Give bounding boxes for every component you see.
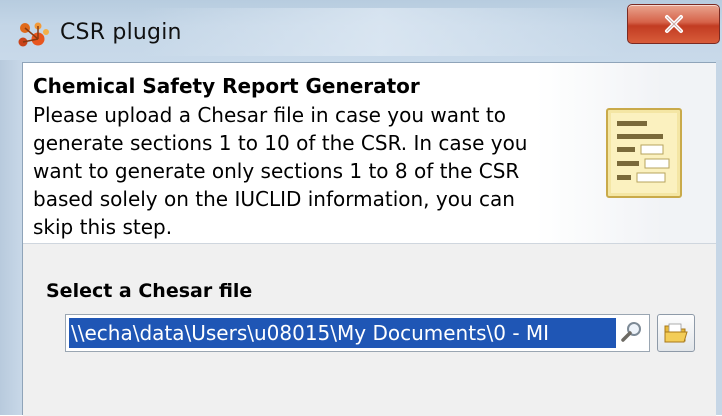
document-list-icon	[606, 108, 682, 198]
chesar-file-label: Select a Chesar file	[46, 280, 253, 302]
file-path-value[interactable]: \\echa\data\Users\u08015\My Documents\0 …	[69, 318, 616, 348]
browse-button[interactable]	[657, 314, 695, 352]
wizard-header: Chemical Safety Report Generator Please …	[23, 63, 716, 244]
chesar-file-input[interactable]: \\echa\data\Users\u08015\My Documents\0 …	[65, 314, 650, 352]
close-button[interactable]	[627, 4, 720, 44]
csr-plugin-icon	[18, 22, 49, 47]
wizard-body: Select a Chesar file \\echa\data\Users\u…	[23, 244, 716, 416]
header-description: Please upload a Chesar file in case you …	[33, 103, 528, 239]
title-bar: CSR plugin	[0, 0, 722, 66]
magnifier-icon[interactable]	[619, 319, 645, 345]
header-title: Chemical Safety Report Generator	[33, 74, 420, 98]
dialog-content: Chemical Safety Report Generator Please …	[22, 62, 716, 416]
window-title: CSR plugin	[60, 20, 182, 45]
window-frame-right	[716, 60, 722, 415]
window-frame-left	[0, 60, 22, 415]
close-x-icon	[664, 15, 683, 33]
folder-icon	[664, 323, 688, 343]
